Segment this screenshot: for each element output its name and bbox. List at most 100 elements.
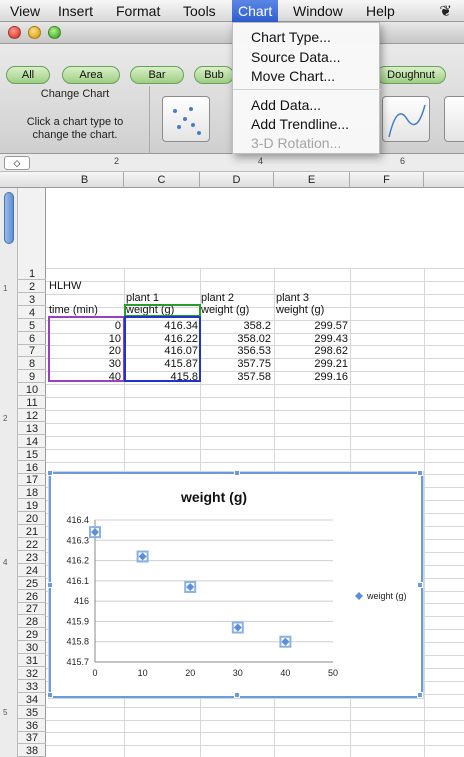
row-header[interactable]: 13 [18,423,46,435]
tab-all[interactable]: All [6,66,50,84]
data-cell[interactable]: 358.02 [201,333,273,345]
scatter-gallery-thumbnail[interactable] [162,96,210,142]
row-header[interactable]: 18 [18,487,46,500]
row-header[interactable]: 3 [18,294,46,306]
row-header[interactable]: 20 [18,513,46,526]
tab-doughnut[interactable]: Doughnut [376,66,446,84]
row-header[interactable]: 24 [18,565,46,577]
row-header[interactable]: 6 [18,333,46,345]
tab-area[interactable]: Area [62,66,120,84]
menu-item-source-data[interactable]: Source Data... [251,47,341,67]
row-header[interactable]: 5 [18,320,46,332]
column-header-d[interactable]: D [200,172,274,188]
row-header[interactable]: 35 [18,707,46,719]
row-header[interactable]: 32 [18,668,46,680]
data-cell[interactable]: 357.58 [201,371,273,383]
row-header[interactable]: 27 [18,603,46,616]
row-header[interactable]: 29 [18,629,46,642]
row-header[interactable]: 16 [18,462,46,474]
row-header[interactable]: 8 [18,358,46,371]
y-tick-label: 416.2 [66,556,89,566]
menu-insert[interactable]: Insert [52,0,99,22]
row-header[interactable]: 33 [18,681,46,693]
tab-bubble[interactable]: Bub [194,66,234,84]
row-header[interactable]: 21 [18,526,46,538]
zoom-window-button[interactable] [48,26,61,39]
more-gallery-thumbnail[interactable] [444,96,464,142]
cell-b2[interactable]: HLHW [49,280,125,292]
row-header[interactable]: 2 [18,281,46,293]
chart-resize-handle[interactable] [417,692,423,698]
column-header-b[interactable]: B [46,172,124,188]
row-header[interactable]: 37 [18,732,46,745]
column-headers: B C D E F [0,172,464,188]
menu-window[interactable]: Window [287,0,349,22]
menu-item-add-data[interactable]: Add Data... [251,95,321,115]
script-menu-icon[interactable]: ❦ [439,2,452,20]
menu-item-chart-type[interactable]: Chart Type... [251,27,331,47]
cell-c3[interactable]: plant 1 [126,292,202,304]
tab-bar[interactable]: Bar [130,66,184,84]
column-header-e[interactable]: E [274,172,350,188]
minimize-window-button[interactable] [28,26,41,39]
cell-d3[interactable]: plant 2 [201,292,275,304]
cell-e3[interactable]: plant 3 [276,292,352,304]
chart-resize-handle[interactable] [417,582,423,588]
column-header-c[interactable]: C [124,172,200,188]
row-header[interactable]: 7 [18,345,46,358]
row-header[interactable]: 4 [18,307,46,319]
row-header[interactable]: 34 [18,694,46,706]
row-header[interactable]: 31 [18,655,46,667]
menu-item-add-trendline[interactable]: Add Trendline... [251,114,349,134]
menu-format[interactable]: Format [110,0,166,22]
row-header[interactable]: 28 [18,616,46,629]
row-header[interactable]: 9 [18,371,46,384]
row-header[interactable]: 38 [18,745,46,757]
cell-b4[interactable]: time (min) [49,304,125,316]
ruler-tick: 4 [258,156,264,166]
row-header[interactable]: 15 [18,449,46,461]
data-cell[interactable]: 299.16 [276,371,350,383]
data-cell[interactable]: 299.43 [276,333,350,345]
menu-chart[interactable]: Chart [232,0,279,22]
row-header[interactable]: 11 [18,397,46,409]
data-cell[interactable]: 298.62 [276,345,350,357]
cell-e4[interactable]: weight (g) [276,304,352,316]
ruler-toggle-button[interactable]: ◇ [4,156,30,170]
chart-resize-handle[interactable] [234,692,240,698]
row-header[interactable]: 23 [18,552,46,564]
row-header[interactable]: 10 [18,384,46,397]
menu-help[interactable]: Help [360,0,401,22]
data-cell[interactable]: 299.21 [276,358,350,370]
chart-resize-handle[interactable] [47,582,53,588]
grid-line-horizontal [46,745,464,747]
row-header[interactable]: 1 [18,268,46,280]
row-header[interactable]: 30 [18,642,46,655]
menu-item-move-chart[interactable]: Move Chart... [251,66,335,86]
worksheet-grid[interactable]: HLHW plant 1 plant 2 plant 3 time (min) … [46,188,464,757]
close-window-button[interactable] [8,26,21,39]
data-cell[interactable]: 356.53 [201,345,273,357]
data-cell[interactable]: 299.57 [276,320,350,332]
chart-resize-handle[interactable] [47,470,53,476]
chart-resize-handle[interactable] [417,470,423,476]
chart-resize-handle[interactable] [47,692,53,698]
row-header[interactable]: 19 [18,500,46,513]
cell-d4[interactable]: weight (g) [201,304,275,316]
embedded-chart[interactable]: weight (g) 416.4 416.3 416.2 416.1 416 415.9 41… [47,470,423,698]
row-header[interactable]: 26 [18,591,46,603]
data-cell[interactable]: 357.75 [201,358,273,370]
row-header[interactable]: 12 [18,410,46,422]
row-header[interactable]: 14 [18,436,46,448]
row-header[interactable]: 17 [18,474,46,487]
chart-resize-handle[interactable] [234,470,240,476]
curve-gallery-thumbnail[interactable] [382,96,430,142]
menu-tools[interactable]: Tools [177,0,222,22]
row-header[interactable]: 22 [18,539,46,551]
row-header[interactable]: 25 [18,578,46,590]
row-header[interactable]: 36 [18,720,46,732]
column-header-f[interactable]: F [350,172,424,188]
menu-view[interactable]: View [4,0,46,22]
vertical-scroll-thumb[interactable] [4,192,14,244]
data-cell[interactable]: 358.2 [201,320,273,332]
